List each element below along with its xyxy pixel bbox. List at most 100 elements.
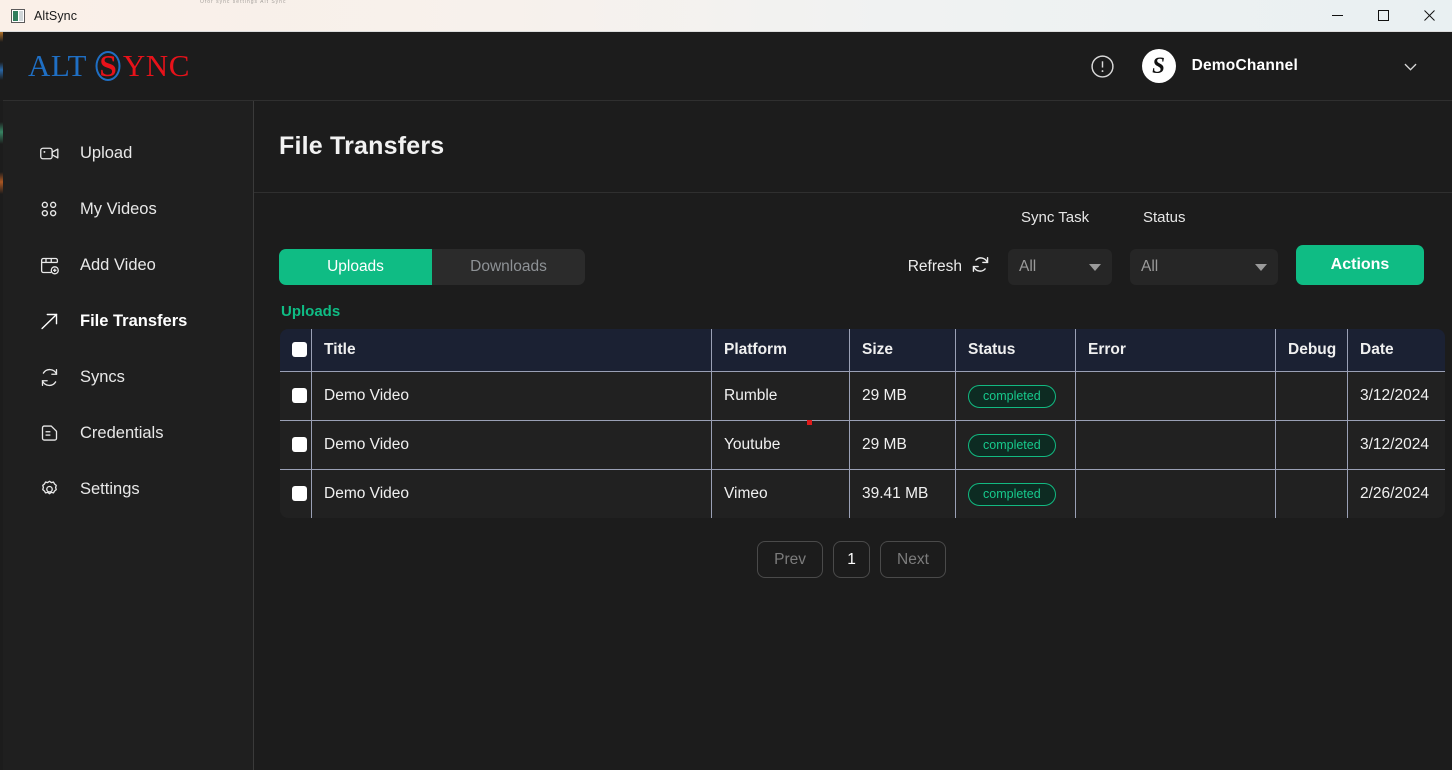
close-button[interactable] (1406, 0, 1452, 32)
cell-error (1075, 420, 1276, 470)
refresh-icon (971, 255, 990, 279)
header-right: S DemoChannel (1086, 49, 1452, 83)
tab-uploads[interactable]: Uploads (279, 249, 432, 285)
table-body: Demo Video Rumble 29 MB completed 3/12/2… (280, 371, 1445, 518)
cell-title: Demo Video (311, 371, 712, 421)
sidebar-item-upload[interactable]: Upload (0, 125, 253, 181)
refresh-button[interactable]: Refresh (908, 249, 990, 285)
logo-alt-text: ALT (28, 48, 87, 83)
sync-task-label: Sync Task (1021, 209, 1090, 226)
sidebar-item-label: My Videos (80, 199, 157, 218)
maximize-button[interactable] (1360, 0, 1406, 32)
status-badge: completed (968, 433, 1056, 457)
refresh-cw-icon (38, 366, 60, 388)
cell-date: 3/12/2024 (1347, 371, 1445, 421)
row-checkbox[interactable] (292, 486, 307, 502)
transfer-type-tabs: Uploads Downloads (279, 249, 585, 285)
chevron-down-icon[interactable] (1390, 49, 1430, 83)
sidebar-item-my-videos[interactable]: My Videos (0, 181, 253, 237)
cell-status: completed (955, 469, 1076, 518)
table-header-row: Title Platform Size Status Error Debug D… (280, 329, 1445, 372)
sidebar-item-label: Upload (80, 143, 133, 162)
window-controls (1314, 0, 1452, 32)
toolbar-right: Refresh Sync Task All Status All Actions (908, 209, 1424, 285)
column-header-status[interactable]: Status (955, 329, 1076, 372)
cell-platform: Rumble (711, 371, 850, 421)
column-header-error[interactable]: Error (1075, 329, 1276, 372)
alert-circle-icon[interactable] (1086, 49, 1120, 83)
channel-name[interactable]: DemoChannel (1192, 57, 1298, 75)
cell-debug (1275, 371, 1348, 421)
column-header-date[interactable]: Date (1347, 329, 1445, 372)
gear-icon (38, 478, 60, 500)
table-header: Title Platform Size Status Error Debug D… (280, 329, 1445, 372)
tab-downloads[interactable]: Downloads (432, 249, 585, 285)
avatar-letter: S (1152, 53, 1165, 78)
select-all-checkbox[interactable] (292, 342, 307, 358)
cell-size: 39.41 MB (849, 469, 956, 518)
row-select-cell (280, 420, 312, 470)
sidebar-item-add-video[interactable]: Add Video (0, 237, 253, 293)
pagination-page-1[interactable]: 1 (833, 541, 870, 578)
actions-button[interactable]: Actions (1296, 245, 1424, 285)
sidebar-item-settings[interactable]: Settings (0, 461, 253, 517)
cursor-indicator (807, 420, 812, 425)
row-select-cell (280, 469, 312, 518)
cell-error (1075, 469, 1276, 518)
window-titlebar: AltSync Ofor sync settings Alt Sync (0, 0, 1452, 32)
cell-size: 29 MB (849, 420, 956, 470)
table-row[interactable]: Demo Video Vimeo 39.41 MB completed 2/26… (280, 469, 1445, 518)
cell-debug (1275, 469, 1348, 518)
cell-size: 29 MB (849, 371, 956, 421)
table-section: Uploads Title Platform Size Status Error (254, 303, 1452, 578)
toolbar: Uploads Downloads Refresh Sync Task All … (254, 193, 1452, 285)
cell-status: completed (955, 420, 1076, 470)
brand-header: ALT S YNC S DemoChannel (0, 32, 1452, 101)
row-select-cell (280, 371, 312, 421)
page-title: File Transfers (279, 132, 445, 160)
status-filter-label: Status (1143, 209, 1186, 226)
column-header-title[interactable]: Title (311, 329, 712, 372)
application-window: AltSync Ofor sync settings Alt Sync ALT … (0, 0, 1452, 770)
cell-platform: Vimeo (711, 469, 850, 518)
table-row[interactable]: Demo Video Rumble 29 MB completed 3/12/2… (280, 371, 1445, 421)
body-area: Upload My Videos Add Video File Transfer… (0, 101, 1452, 770)
sidebar-item-syncs[interactable]: Syncs (0, 349, 253, 405)
sidebar-item-credentials[interactable]: Credentials (0, 405, 253, 461)
status-filter: Status All (1130, 209, 1278, 285)
cell-platform: Youtube (711, 420, 850, 470)
row-checkbox[interactable] (292, 388, 307, 404)
logo-s-text: S (99, 48, 118, 83)
app-logo[interactable]: ALT S YNC (0, 48, 190, 84)
image-plus-icon (38, 254, 60, 276)
sidebar-item-file-transfers[interactable]: File Transfers (0, 293, 253, 349)
sync-task-value: All (1019, 258, 1037, 275)
column-header-debug[interactable]: Debug (1275, 329, 1348, 372)
status-select[interactable]: All (1130, 249, 1278, 285)
titlebar-ghost-text: Ofor sync settings Alt Sync (200, 0, 287, 4)
column-header-platform[interactable]: Platform (711, 329, 850, 372)
pagination-next-button[interactable]: Next (880, 541, 946, 578)
column-header-size[interactable]: Size (849, 329, 956, 372)
sync-task-filter: Sync Task All (1008, 209, 1112, 285)
logo-s-badge: S (95, 48, 121, 84)
window-title: AltSync (34, 8, 78, 23)
cell-title: Demo Video (311, 420, 712, 470)
select-all-header (280, 329, 312, 372)
avatar[interactable]: S (1141, 49, 1176, 83)
cell-date: 3/12/2024 (1347, 420, 1445, 470)
pagination-prev-button[interactable]: Prev (757, 541, 823, 578)
sidebar-item-label: Settings (80, 479, 140, 498)
minimize-button[interactable] (1314, 0, 1360, 32)
sync-task-select[interactable]: All (1008, 249, 1112, 285)
titlebar-left: AltSync (0, 8, 78, 23)
sidebar-item-label: Syncs (80, 367, 125, 386)
row-checkbox[interactable] (292, 437, 307, 453)
grid-dots-icon (38, 198, 60, 220)
app-window-icon (11, 8, 25, 23)
cell-status: completed (955, 371, 1076, 421)
table-row[interactable]: Demo Video Youtube 29 MB completed 3/12/… (280, 420, 1445, 470)
status-value: All (1141, 258, 1159, 275)
cell-debug (1275, 420, 1348, 470)
transfers-table: Title Platform Size Status Error Debug D… (279, 328, 1446, 519)
